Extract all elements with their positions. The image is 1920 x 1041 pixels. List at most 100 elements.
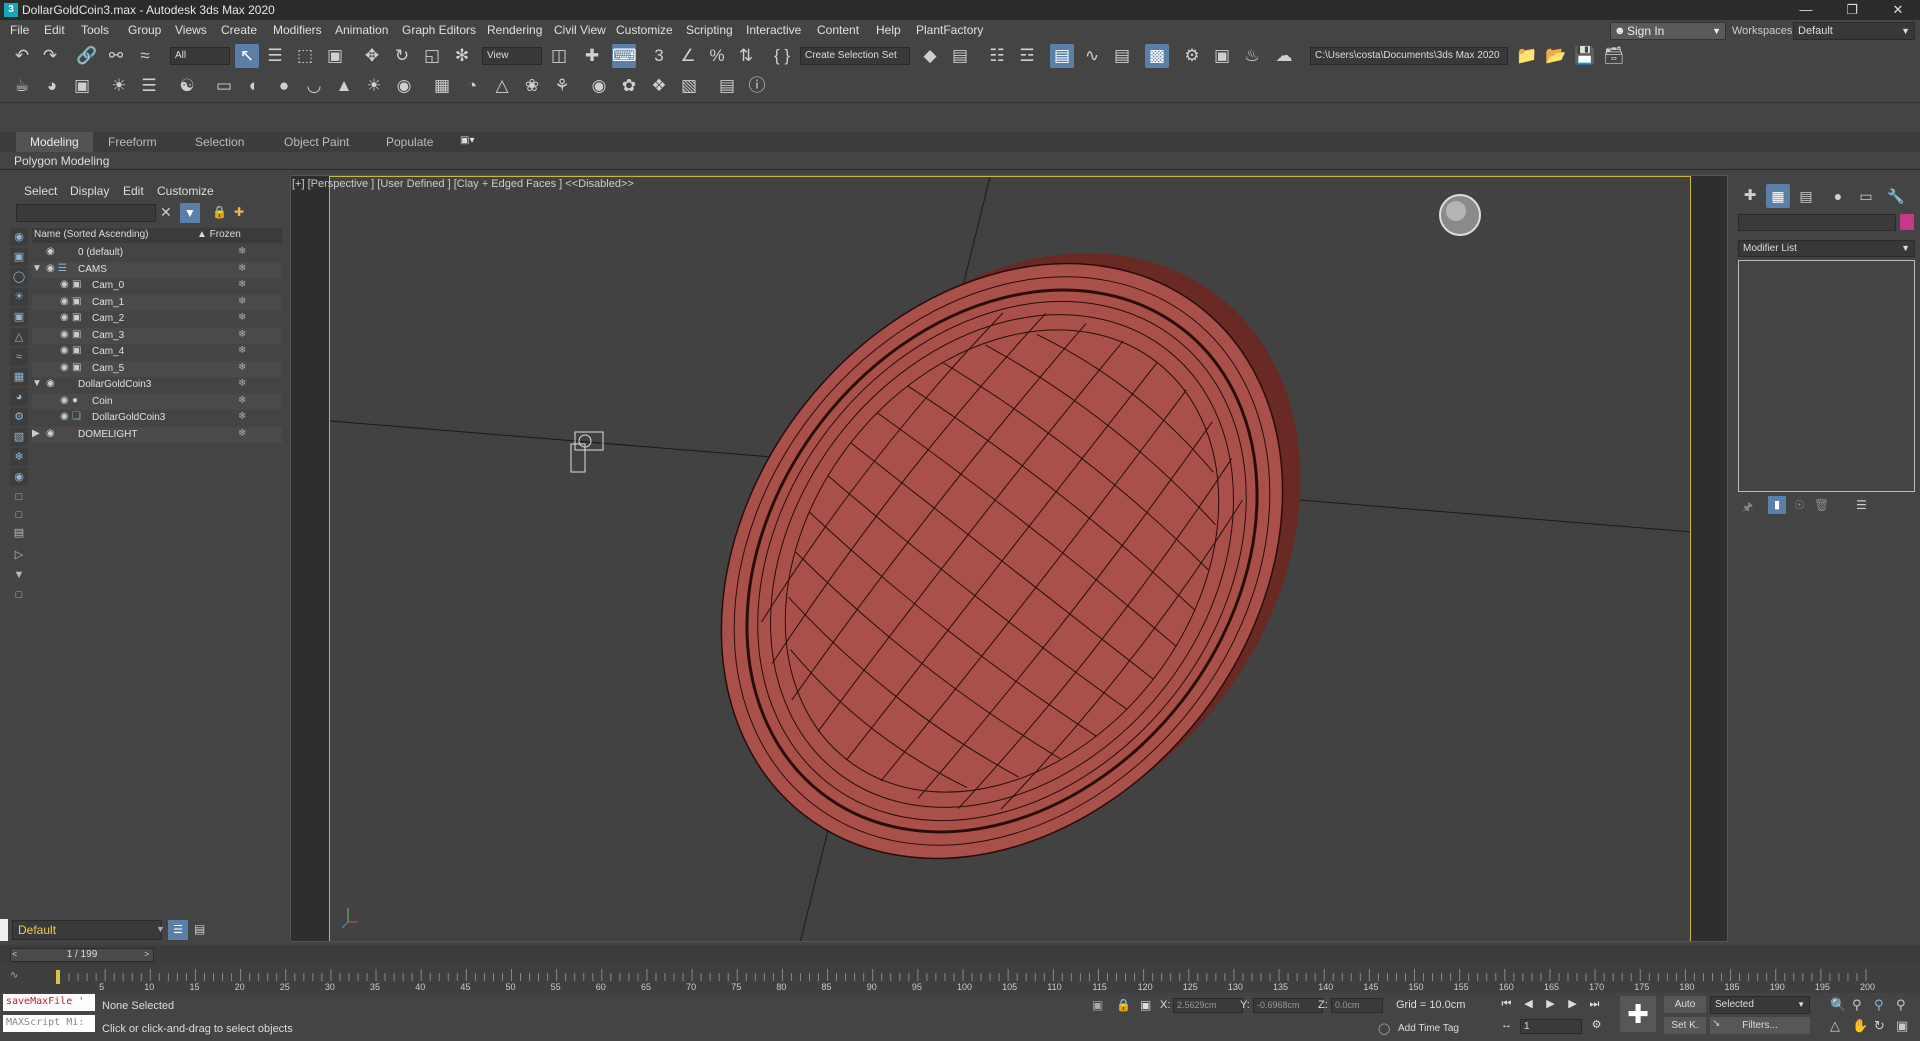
- maxscript-listener-line1[interactable]: saveMaxFile ': [3, 994, 95, 1011]
- modifier-stack[interactable]: [1738, 260, 1915, 492]
- show-end-result-icon[interactable]: ▮: [1768, 496, 1786, 514]
- column-frozen-header[interactable]: ▲ Frozen: [197, 229, 241, 240]
- pivot-center-icon[interactable]: ◫: [547, 44, 571, 68]
- field-of-view-icon[interactable]: △: [1830, 1018, 1840, 1034]
- utilities-panel-icon[interactable]: 🔧: [1884, 184, 1908, 208]
- rectangular-region-icon[interactable]: ⬚: [293, 44, 317, 68]
- frozen-icon[interactable]: ❄: [238, 296, 246, 307]
- curve-editor-icon[interactable]: ∿: [1080, 44, 1104, 68]
- explorer-tab-select[interactable]: Select: [24, 184, 57, 198]
- display-cameras-icon[interactable]: ▣: [10, 308, 28, 326]
- time-configuration-icon[interactable]: ⚙: [1588, 1017, 1605, 1034]
- column-name-header[interactable]: Name (Sorted Ascending): [34, 229, 149, 240]
- workspaces-select[interactable]: Default ▼: [1793, 22, 1915, 40]
- menu-customize[interactable]: Customize: [616, 23, 673, 37]
- list-item[interactable]: ◉ ▣ Cam_1 ❄: [32, 294, 282, 311]
- list-item[interactable]: ◉ ● Coin ❄: [32, 393, 282, 410]
- lock-icon[interactable]: 🔒: [212, 205, 227, 219]
- menu-civil-view[interactable]: Civil View: [554, 23, 606, 37]
- time-tag-icon[interactable]: ◯: [1378, 1022, 1390, 1035]
- display-panel-icon[interactable]: ▭: [1854, 184, 1878, 208]
- display-dependents-icon[interactable]: ▤: [10, 524, 28, 542]
- display-containers-icon[interactable]: ▧: [10, 428, 28, 446]
- multi-material-icon[interactable]: ✿: [617, 74, 641, 98]
- list-item[interactable]: ◉ 0 (default) ❄: [32, 245, 282, 262]
- track-bar[interactable]: ∿ 5 10 15 20 25 30 35 40 45 50 55 60 65 70 75 80 85 90 95 1…: [0, 965, 1920, 993]
- list-item[interactable]: ▼ ◉ ☰ CAMS ❄: [32, 261, 282, 278]
- scene-converter-icon[interactable]: ❖: [647, 74, 671, 98]
- constraint-icon[interactable]: △: [490, 74, 514, 98]
- y-coordinate-field[interactable]: -0.6968cm: [1253, 998, 1323, 1013]
- list-item[interactable]: ◉ ▣ Cam_2 ❄: [32, 311, 282, 328]
- object-name-field[interactable]: [1738, 214, 1896, 231]
- frozen-icon[interactable]: ❄: [238, 279, 246, 290]
- remove-modifier-icon[interactable]: 🗑: [1814, 498, 1829, 512]
- list-item[interactable]: ◉ ▣ Cam_4 ❄: [32, 344, 282, 361]
- display-influences-icon[interactable]: □: [10, 506, 28, 524]
- eye-icon[interactable]: ◉: [60, 296, 69, 307]
- scale-icon[interactable]: ◱: [420, 44, 444, 68]
- cone-icon[interactable]: ▲: [332, 74, 356, 98]
- snaps-toggle-icon[interactable]: 3: [647, 44, 671, 68]
- tangent-icon[interactable]: ↘: [1712, 1018, 1720, 1029]
- sort-by-hierarchy-icon[interactable]: ▤: [194, 922, 205, 936]
- menu-views[interactable]: Views: [175, 23, 207, 37]
- spinner-snap-icon[interactable]: ⇅: [734, 44, 758, 68]
- toggle-scene-explorer-icon[interactable]: ☷: [985, 44, 1009, 68]
- list-item[interactable]: ▼ ◉ DollarGoldCoin3 ❄: [32, 377, 282, 394]
- menu-create[interactable]: Create: [221, 23, 257, 37]
- align-icon[interactable]: ▤: [948, 44, 972, 68]
- ribbon-options-icon[interactable]: ▣▾: [460, 135, 474, 146]
- render-production-icon[interactable]: ♨: [1240, 44, 1264, 68]
- rendered-frame-window-icon[interactable]: ▣: [1210, 44, 1234, 68]
- play-icon[interactable]: ▶: [1542, 996, 1559, 1013]
- tab-populate[interactable]: Populate: [386, 135, 433, 149]
- frozen-icon[interactable]: ❄: [238, 246, 246, 257]
- help-icon[interactable]: ⓘ: [745, 74, 769, 98]
- frozen-icon[interactable]: ❄: [238, 428, 246, 439]
- archive-project-icon[interactable]: 🗃: [1602, 44, 1626, 68]
- display-hidden-icon[interactable]: ◉: [10, 468, 28, 486]
- orbit-icon[interactable]: ↻: [1874, 1018, 1885, 1034]
- sun-icon[interactable]: ☀: [362, 74, 386, 98]
- render-elements-icon[interactable]: ☰: [137, 74, 161, 98]
- project-folder-icon[interactable]: 📁: [1515, 44, 1539, 68]
- selection-lock-icon[interactable]: 🔒: [1116, 998, 1131, 1012]
- zoom-icon[interactable]: 🔍: [1830, 997, 1846, 1013]
- menu-group[interactable]: Group: [128, 23, 161, 37]
- pin-stack-icon[interactable]: 🖈: [1742, 498, 1753, 519]
- active-shade-icon[interactable]: ◕: [40, 74, 64, 98]
- filter-icon[interactable]: ▼: [180, 203, 200, 223]
- viewport-label[interactable]: [+] [Perspective ] [User Defined ] [Clay…: [292, 178, 634, 190]
- tab-object-paint[interactable]: Object Paint: [284, 135, 349, 149]
- display-children-icon[interactable]: □: [10, 488, 28, 506]
- set-key-icon[interactable]: ✚: [1620, 996, 1656, 1032]
- teapot-icon[interactable]: ☕: [10, 74, 34, 98]
- tab-freeform[interactable]: Freeform: [108, 135, 157, 149]
- key-filters-button[interactable]: Filters...: [1710, 1017, 1810, 1034]
- eye-icon[interactable]: ◉: [46, 378, 55, 389]
- explorer-resize-handle[interactable]: [0, 919, 8, 941]
- mirror-icon[interactable]: ◆: [918, 44, 942, 68]
- menu-edit[interactable]: Edit: [44, 23, 65, 37]
- render-setup-icon[interactable]: ⚙: [1180, 44, 1204, 68]
- save-project-icon[interactable]: 💾: [1573, 44, 1597, 68]
- zoom-extents-icon[interactable]: ⚲: [1874, 997, 1884, 1013]
- eye-icon[interactable]: ◉: [60, 362, 69, 373]
- undo-icon[interactable]: ↶: [10, 44, 34, 68]
- key-filter-select[interactable]: Selected ▼: [1710, 996, 1810, 1014]
- select-manipulate-icon[interactable]: ✚: [580, 44, 604, 68]
- toggle-ribbon-icon[interactable]: ▤: [1050, 44, 1074, 68]
- frozen-icon[interactable]: ❄: [238, 378, 246, 389]
- open-project-icon[interactable]: 📂: [1544, 44, 1568, 68]
- display-groups-icon[interactable]: ▦: [10, 368, 28, 386]
- hierarchy-panel-icon[interactable]: ▤: [1794, 184, 1818, 208]
- unlink-icon[interactable]: ⚯: [104, 44, 128, 68]
- frozen-icon[interactable]: ❄: [238, 395, 246, 406]
- clear-search-icon[interactable]: ✕: [160, 204, 172, 221]
- viewport-perspective[interactable]: [290, 175, 1728, 942]
- menu-scripting[interactable]: Scripting: [686, 23, 733, 37]
- object-color-swatch[interactable]: [1900, 214, 1914, 230]
- tab-selection[interactable]: Selection: [195, 135, 244, 149]
- sort-by-layer-icon[interactable]: ☰: [168, 920, 188, 940]
